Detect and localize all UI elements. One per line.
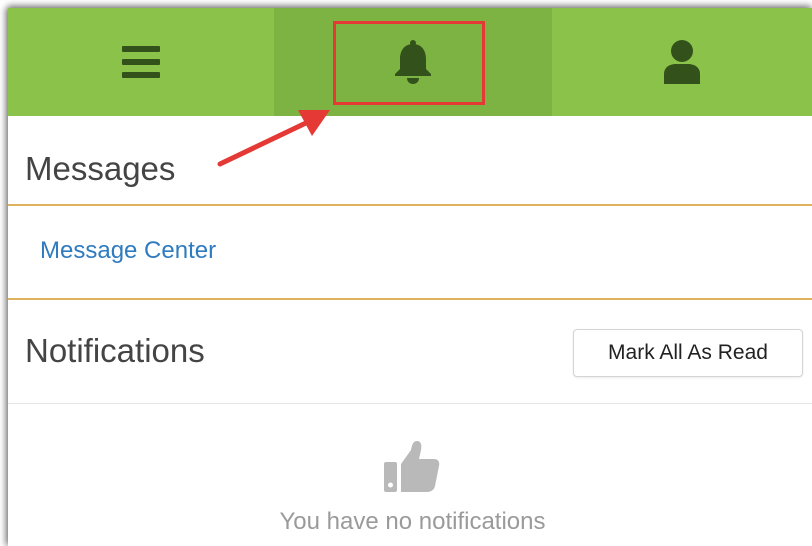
messages-title: Messages <box>25 150 176 187</box>
menu-icon <box>122 46 160 78</box>
notifications-section-header: Notifications Mark All As Read <box>8 302 812 404</box>
top-navbar <box>8 8 812 116</box>
mark-all-as-read-button[interactable]: Mark All As Read <box>573 329 803 377</box>
app-frame: Messages Message Center Notifications Ma… <box>8 8 812 546</box>
message-center-link[interactable]: Message Center <box>40 237 216 265</box>
notifications-empty-state: You have no notifications <box>8 404 812 546</box>
empty-notifications-text: You have no notifications <box>279 508 546 535</box>
messages-section-header: Messages <box>8 116 812 206</box>
message-center-row: Message Center <box>8 208 812 300</box>
bell-icon <box>393 40 433 84</box>
menu-button[interactable] <box>8 8 274 116</box>
thumbs-up-icon <box>384 440 440 497</box>
notifications-title: Notifications <box>25 332 205 369</box>
user-icon <box>662 40 702 84</box>
profile-button[interactable] <box>552 8 812 116</box>
notifications-button[interactable] <box>274 8 552 116</box>
